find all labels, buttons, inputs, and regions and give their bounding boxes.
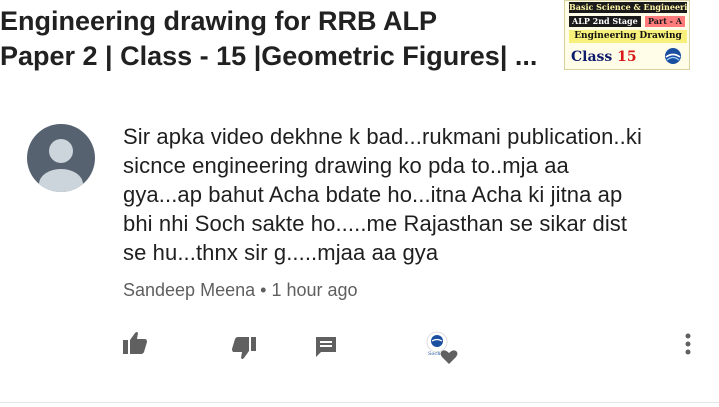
comment-icon[interactable] — [314, 335, 338, 359]
comment-line: bhi nhi Soch sakte ho.....me Rajasthan s… — [123, 211, 628, 236]
video-title[interactable]: Engineering drawing for RRB ALP Paper 2 … — [0, 4, 538, 74]
video-thumbnail[interactable]: Basic Science & Engineering ALP 2nd Stag… — [564, 0, 690, 70]
comment-time: 1 hour ago — [271, 280, 358, 300]
divider — [0, 402, 719, 403]
author-name[interactable]: Sandeep Meena — [123, 280, 255, 300]
meta-separator: • — [260, 280, 267, 300]
creator-heart-badge-text: Soch — [428, 351, 441, 357]
thumb-up-icon[interactable] — [122, 331, 148, 355]
avatar[interactable] — [27, 124, 95, 192]
thumbnail-line-1: Basic Science & Engineering — [569, 2, 687, 13]
thumbnail-class: Class 15 — [571, 49, 637, 65]
thumbnail-line-2: ALP 2nd Stage — [569, 16, 641, 27]
channel-logo-icon — [665, 48, 681, 64]
video-title-line-1: Engineering drawing for RRB ALP — [0, 6, 438, 36]
thumbnail-class-number: 15 — [617, 49, 637, 65]
comment-line: gya...ap bahut Acha bdate ho...itna Acha… — [123, 182, 623, 207]
more-vert-icon[interactable] — [683, 332, 693, 358]
creator-heart: Soch — [425, 331, 461, 365]
default-avatar-icon — [39, 139, 83, 192]
thumbnail-part-badge: Part - A — [645, 16, 685, 27]
comment-text: Sir apka video dekhne k bad...rukmani pu… — [123, 122, 703, 267]
thumbnail-line-3: Engineering Drawing — [569, 30, 687, 43]
comment-line: sicnce engineering drawing ko pda to..mj… — [123, 153, 569, 178]
comment-line: se hu...thnx sir g.....mjaa aa gya — [123, 240, 439, 265]
thumb-down-icon[interactable] — [231, 336, 257, 360]
creator-heart-icon — [426, 331, 458, 364]
comment-meta: Sandeep Meena • 1 hour ago — [123, 278, 358, 302]
video-title-line-2: Paper 2 | Class - 15 |Geometric Figures|… — [0, 41, 538, 71]
thumbnail-class-label: Class — [571, 49, 613, 65]
comment-line: Sir apka video dekhne k bad...rukmani pu… — [123, 124, 642, 149]
